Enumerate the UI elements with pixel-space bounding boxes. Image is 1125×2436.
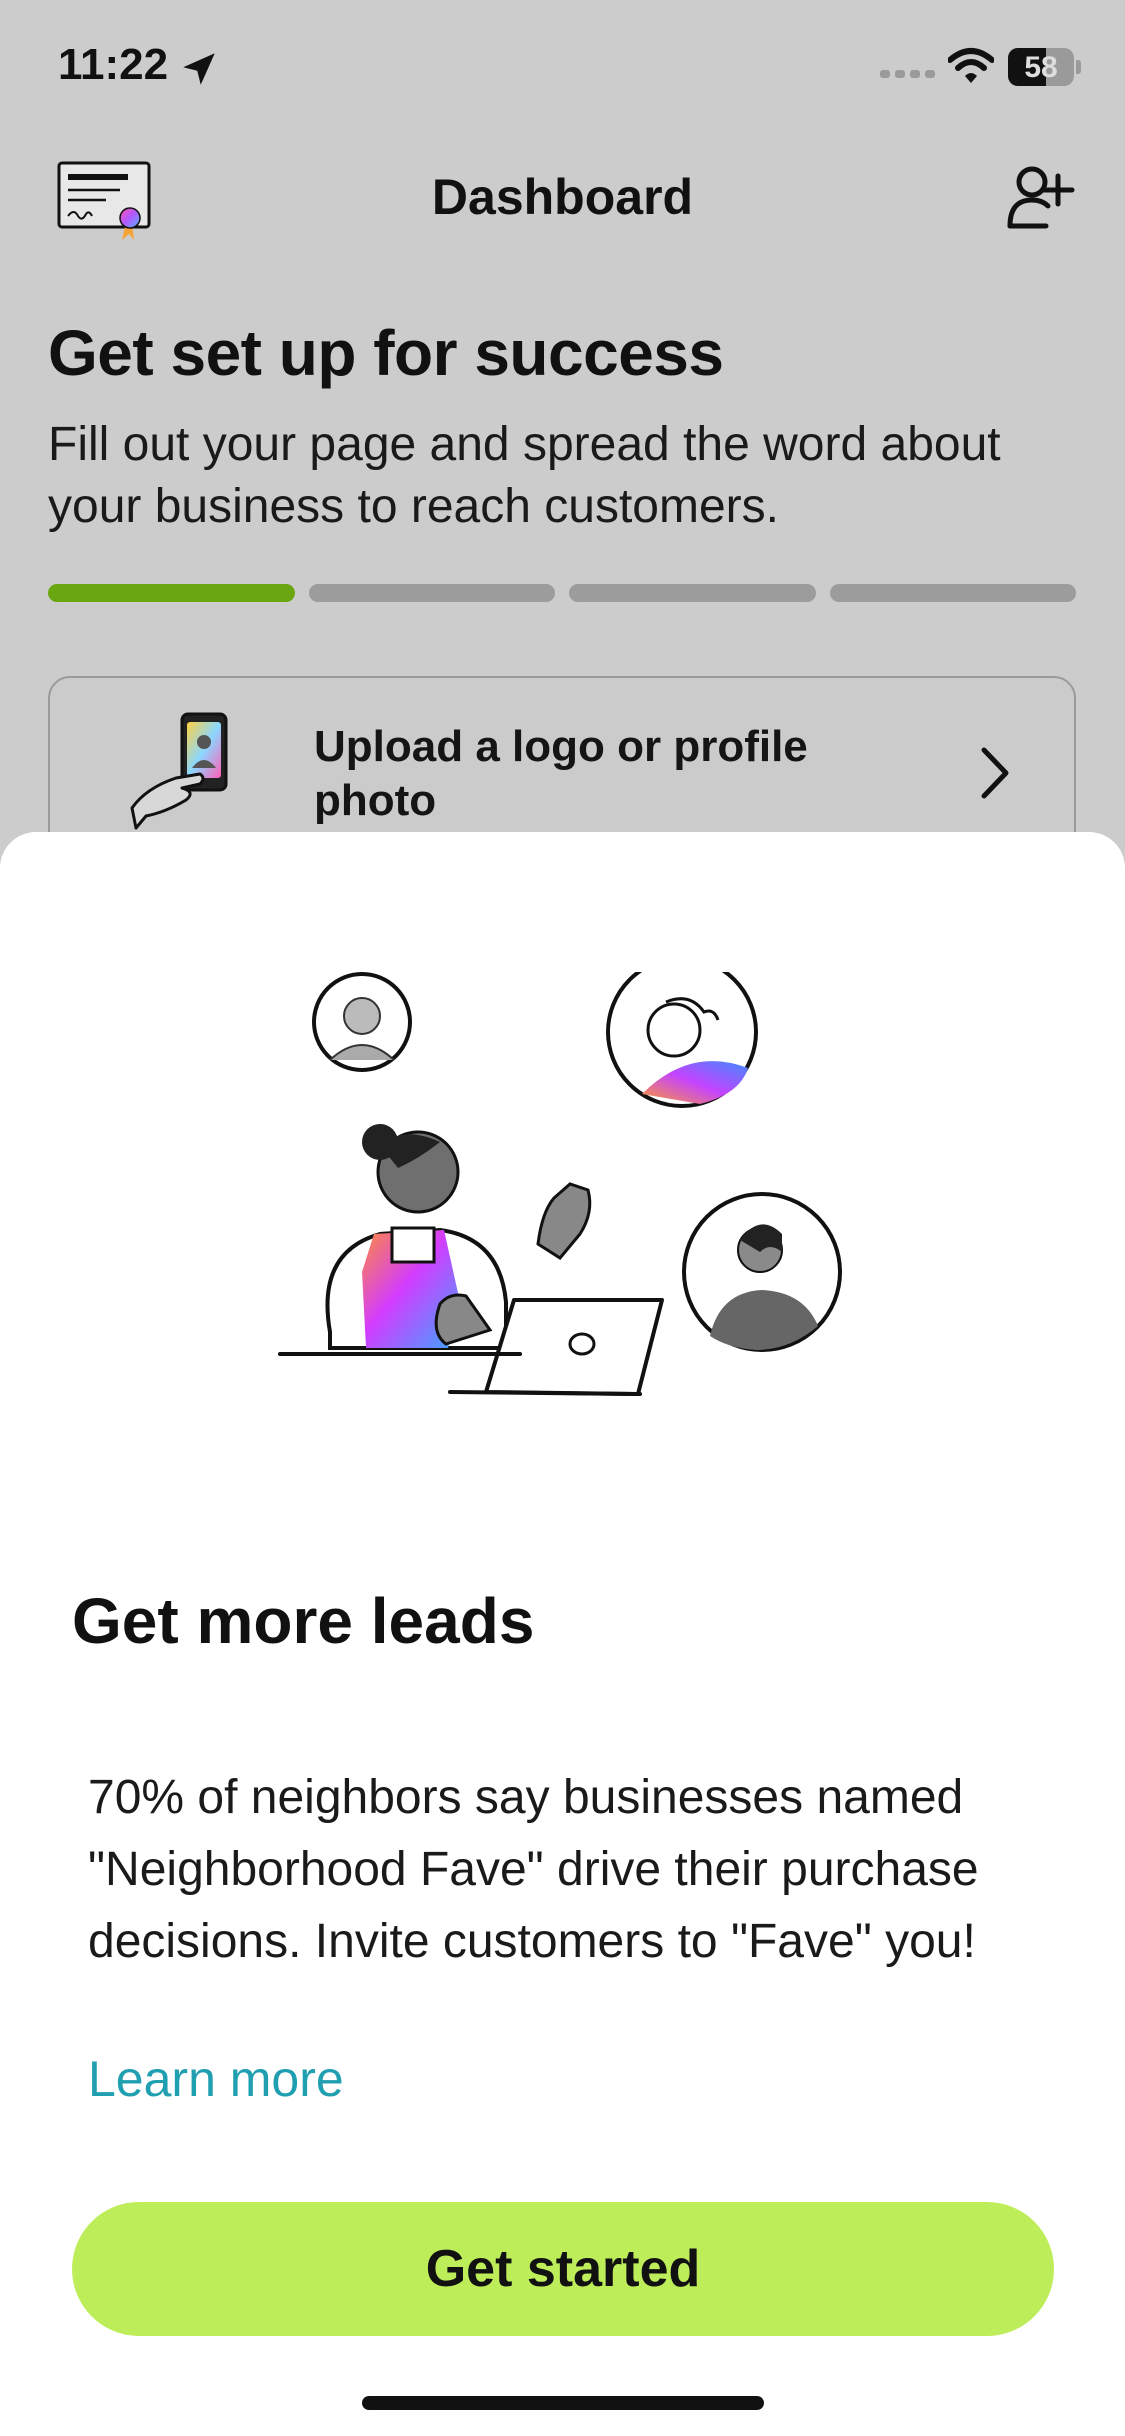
- page-title: Dashboard: [431, 169, 694, 225]
- chevron-right-icon: [981, 747, 1009, 799]
- wifi-icon: [948, 48, 994, 83]
- progress-segment: [829, 584, 1076, 602]
- progress-segment: [569, 584, 816, 602]
- progress-segment: [308, 584, 555, 602]
- bottom-sheet: Get more leads 70% of neighbors say busi…: [0, 832, 1125, 2436]
- battery-icon: 58: [1008, 48, 1081, 86]
- setup-description: Fill out your page and spread the word a…: [48, 418, 1001, 533]
- battery-level: 58: [1024, 51, 1058, 84]
- add-user-icon[interactable]: [1006, 164, 1076, 230]
- hand-phone-illustration: [130, 712, 228, 830]
- get-started-button[interactable]: Get started: [72, 2202, 1054, 2336]
- task-label: Upload a logo or profile photo: [314, 722, 808, 825]
- status-bar: 11:22 58: [0, 0, 1125, 140]
- progress-segment: [48, 584, 295, 602]
- home-indicator: [362, 2396, 764, 2410]
- signal-icon: [880, 70, 935, 78]
- setup-title: Get set up for success: [48, 317, 724, 389]
- hero-illustration: [278, 972, 842, 1396]
- setup-progress-bar: [48, 584, 1076, 602]
- sheet-body-text: 70% of neighbors say businesses named "N…: [88, 1771, 979, 1968]
- learn-more-link[interactable]: Learn more: [88, 2050, 344, 2108]
- status-time: 11:22: [58, 40, 169, 89]
- sheet-title: Get more leads: [72, 1585, 535, 1657]
- location-arrow-icon: [183, 53, 215, 85]
